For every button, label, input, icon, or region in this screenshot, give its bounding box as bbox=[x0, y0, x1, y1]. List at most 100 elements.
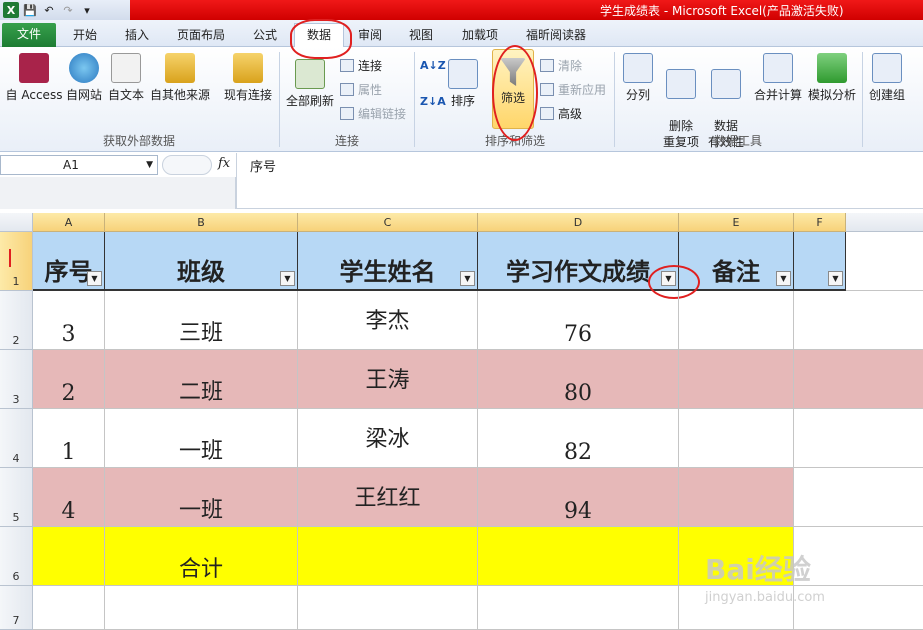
chevron-down-icon[interactable]: ▼ bbox=[146, 156, 153, 174]
clear-filter-button[interactable]: 清除 bbox=[540, 57, 582, 74]
table-cell[interactable] bbox=[298, 527, 478, 586]
cell[interactable] bbox=[846, 232, 923, 291]
filter-dropdown-icon[interactable]: ▼ bbox=[87, 271, 102, 286]
sort-az-button[interactable]: A↓Z bbox=[420, 59, 446, 72]
table-cell[interactable]: 94 bbox=[478, 468, 679, 527]
tab-review[interactable]: 审阅 bbox=[350, 24, 390, 47]
table-cell[interactable] bbox=[794, 527, 923, 586]
properties-button[interactable]: 属性 bbox=[340, 81, 382, 98]
table-cell[interactable] bbox=[679, 409, 794, 468]
table-cell[interactable] bbox=[679, 468, 794, 527]
undo-icon[interactable]: ↶ bbox=[41, 2, 57, 18]
table-cell[interactable] bbox=[794, 291, 923, 350]
table-cell[interactable]: 2 bbox=[33, 350, 105, 409]
table-cell[interactable]: 3 bbox=[33, 291, 105, 350]
column-header-a[interactable]: A bbox=[33, 213, 105, 232]
table-cell[interactable] bbox=[33, 586, 105, 630]
tab-foxit-reader[interactable]: 福昕阅读器 bbox=[516, 24, 596, 47]
name-box[interactable]: A1 ▼ bbox=[0, 155, 158, 175]
row-header-7[interactable]: 7 bbox=[0, 586, 33, 630]
header-cell-student-name[interactable]: 学生姓名 ▼ bbox=[298, 232, 478, 291]
from-access-button[interactable]: 自 Access bbox=[4, 53, 64, 103]
table-cell[interactable]: 李杰 bbox=[298, 291, 478, 350]
table-cell[interactable] bbox=[478, 527, 679, 586]
table-cell[interactable]: 梁冰 bbox=[298, 409, 478, 468]
table-cell[interactable] bbox=[679, 291, 794, 350]
table-cell[interactable]: 4 bbox=[33, 468, 105, 527]
table-cell[interactable]: 二班 bbox=[105, 350, 298, 409]
table-cell[interactable]: 三班 bbox=[105, 291, 298, 350]
table-cell[interactable] bbox=[679, 350, 794, 409]
row-header-1[interactable]: 1 bbox=[0, 232, 33, 291]
table-cell[interactable] bbox=[33, 527, 105, 586]
connections-button[interactable]: 连接 bbox=[340, 57, 382, 74]
table-cell[interactable] bbox=[794, 350, 923, 409]
customize-qat-icon[interactable]: ▾ bbox=[79, 2, 95, 18]
reapply-button[interactable]: 重新应用 bbox=[540, 81, 606, 98]
table-cell[interactable]: 一班 bbox=[105, 468, 298, 527]
header-cell-blank[interactable]: ▼ bbox=[794, 232, 846, 291]
from-other-sources-button[interactable]: 自其他来源 bbox=[149, 53, 211, 103]
filter-dropdown-icon[interactable]: ▼ bbox=[280, 271, 295, 286]
header-cell-seq[interactable]: 序号 ▼ bbox=[33, 232, 105, 291]
consolidate-button[interactable]: 合并计算 bbox=[752, 53, 804, 103]
tab-formulas[interactable]: 公式 bbox=[242, 24, 288, 47]
table-cell[interactable]: 82 bbox=[478, 409, 679, 468]
link-icon bbox=[340, 59, 354, 72]
excel-icon[interactable]: X bbox=[3, 2, 19, 18]
connection-icon bbox=[233, 53, 263, 83]
table-cell[interactable]: 王红红 bbox=[298, 468, 478, 527]
filter-dropdown-icon[interactable]: ▼ bbox=[828, 271, 843, 286]
existing-connections-button[interactable]: 现有连接 bbox=[222, 53, 274, 103]
column-header-f[interactable]: F bbox=[794, 213, 846, 232]
what-if-analysis-button[interactable]: 模拟分析 bbox=[806, 53, 858, 103]
table-cell[interactable]: 1 bbox=[33, 409, 105, 468]
sort-descending-icon: Z↓A bbox=[420, 95, 446, 108]
formula-resize-handle[interactable] bbox=[162, 155, 212, 175]
column-header-d[interactable]: D bbox=[478, 213, 679, 232]
tab-file[interactable]: 文件 bbox=[2, 23, 56, 47]
from-web-button[interactable]: 自网站 bbox=[64, 53, 104, 103]
column-header-b[interactable]: B bbox=[105, 213, 298, 232]
formula-content[interactable]: 序号 bbox=[250, 156, 276, 175]
column-header-c[interactable]: C bbox=[298, 213, 478, 232]
fx-icon[interactable]: fx bbox=[218, 156, 230, 171]
tab-insert[interactable]: 插入 bbox=[114, 24, 160, 47]
row-header-2[interactable]: 2 bbox=[0, 291, 33, 350]
table-cell[interactable]: 一班 bbox=[105, 409, 298, 468]
text-to-columns-button[interactable]: 分列 bbox=[620, 53, 656, 103]
header-cell-class[interactable]: 班级 ▼ bbox=[105, 232, 298, 291]
table-cell[interactable]: 76 bbox=[478, 291, 679, 350]
save-icon[interactable]: 💾 bbox=[22, 2, 38, 18]
table-cell[interactable] bbox=[105, 586, 298, 630]
column-header-e[interactable]: E bbox=[679, 213, 794, 232]
total-label-cell[interactable]: 合计 bbox=[105, 527, 298, 586]
sort-za-button[interactable]: Z↓A bbox=[420, 95, 446, 108]
filter-dropdown-icon[interactable]: ▼ bbox=[776, 271, 791, 286]
table-cell[interactable]: 王涛 bbox=[298, 350, 478, 409]
filter-dropdown-icon[interactable]: ▼ bbox=[460, 271, 475, 286]
tab-home[interactable]: 开始 bbox=[62, 24, 108, 47]
refresh-all-button[interactable]: 全部刷新 bbox=[284, 59, 336, 109]
table-cell[interactable] bbox=[298, 586, 478, 630]
tab-view[interactable]: 视图 bbox=[398, 24, 444, 47]
row-header-5[interactable]: 5 bbox=[0, 468, 33, 527]
row-header-6[interactable]: 6 bbox=[0, 527, 33, 586]
redo-icon[interactable]: ↷ bbox=[60, 2, 76, 18]
table-cell[interactable]: 80 bbox=[478, 350, 679, 409]
row-header-3[interactable]: 3 bbox=[0, 350, 33, 409]
tab-addins[interactable]: 加载项 bbox=[452, 24, 508, 47]
tab-page-layout[interactable]: 页面布局 bbox=[166, 24, 236, 47]
table-cell[interactable] bbox=[794, 468, 923, 527]
table-cell[interactable] bbox=[478, 586, 679, 630]
sort-button[interactable]: 排序 bbox=[446, 59, 480, 109]
row-header-4[interactable]: 4 bbox=[0, 409, 33, 468]
advanced-filter-button[interactable]: 高级 bbox=[540, 105, 582, 122]
edit-links-button[interactable]: 编辑链接 bbox=[340, 105, 406, 122]
properties-icon bbox=[340, 83, 354, 96]
group-button[interactable]: 创建组 bbox=[866, 53, 908, 103]
from-text-button[interactable]: 自文本 bbox=[106, 53, 146, 103]
select-all-corner[interactable] bbox=[0, 213, 33, 232]
table-cell[interactable] bbox=[794, 409, 923, 468]
formula-bar: A1 ▼ fx 序号 bbox=[0, 153, 923, 209]
